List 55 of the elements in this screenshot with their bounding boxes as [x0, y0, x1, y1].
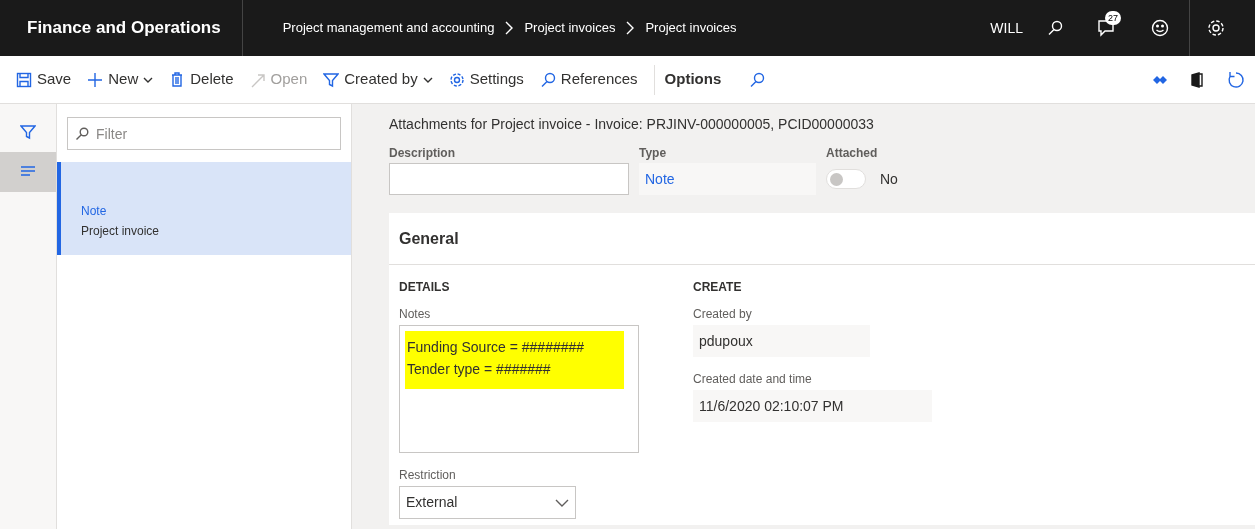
toggle-value: No — [880, 169, 898, 189]
field-label: Created date and time — [693, 371, 813, 387]
breadcrumb-link[interactable]: Project invoices — [524, 18, 616, 38]
options-tab[interactable]: Options — [664, 68, 722, 91]
chevron-icon — [625, 21, 636, 35]
arrow-icon — [249, 71, 266, 88]
save-button[interactable]: Save — [16, 68, 72, 91]
app-title: Finance and Operations — [26, 17, 222, 40]
field-label: Restriction — [399, 467, 457, 483]
delete-button[interactable]: Delete — [169, 68, 234, 91]
group-heading: DETAILS — [399, 279, 451, 296]
field-value: 11/6/2020 02:10:07 PM — [693, 390, 932, 422]
form-title: Attachments for Project invoice - Invoice: PRJINV-000000005, PCID00000033 — [389, 115, 875, 134]
filter-icon — [323, 71, 340, 88]
plus-icon — [87, 71, 104, 88]
field-label: Created by — [693, 306, 753, 322]
refresh-icon[interactable] — [1227, 70, 1245, 89]
list-pane-button[interactable] — [0, 152, 56, 192]
filter-field[interactable]: Filter — [67, 117, 341, 150]
save-icon — [16, 71, 32, 88]
caret-icon — [143, 75, 154, 84]
filter-icon — [20, 124, 36, 140]
notes-text: Funding Source = ######## Tender type = ####### — [405, 331, 624, 389]
chevron-icon — [504, 21, 515, 35]
field-label: Notes — [399, 306, 432, 322]
new-button[interactable]: New — [87, 68, 154, 91]
notification-badge: 27 — [1105, 11, 1121, 25]
caret-icon — [555, 498, 569, 507]
toggle-switch[interactable] — [826, 169, 866, 189]
user-name[interactable]: WILL — [990, 17, 1023, 39]
chat-icon[interactable] — [1097, 19, 1115, 37]
breadcrumb-link[interactable]: Project management and accounting — [282, 18, 495, 38]
field-label: Attached — [826, 145, 879, 161]
field-label: Description — [389, 145, 456, 161]
search-icon[interactable] — [1047, 20, 1063, 36]
search-icon — [75, 127, 89, 141]
search-icon — [539, 71, 556, 88]
list-item[interactable]: Note Project invoice — [57, 162, 351, 255]
group-heading: CREATE — [693, 279, 743, 296]
diamond-icon[interactable] — [1153, 74, 1167, 85]
restriction-dropdown[interactable]: External — [399, 486, 576, 519]
field-label: Type — [639, 145, 668, 161]
filter-button[interactable]: Created by — [323, 68, 433, 91]
description-field[interactable] — [389, 163, 629, 195]
notes-field[interactable]: Funding Source = ######## Tender type = ####### — [399, 325, 639, 453]
smiley-icon[interactable] — [1151, 19, 1169, 37]
settings-icon[interactable] — [1207, 19, 1225, 37]
type-value: Note — [639, 163, 816, 195]
section-title: General — [399, 228, 459, 249]
settings-button[interactable]: Settings — [448, 68, 524, 91]
settings-icon — [448, 71, 465, 88]
field-value: pdupoux — [693, 325, 870, 357]
references-button[interactable]: References — [539, 68, 638, 91]
caret-icon — [422, 75, 433, 84]
breadcrumb-link[interactable]: Project invoices — [645, 18, 737, 38]
